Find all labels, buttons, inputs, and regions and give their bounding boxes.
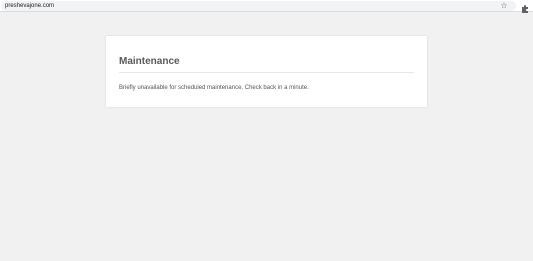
title-divider [119, 72, 414, 73]
bookmark-star-icon[interactable]: ☆ [500, 1, 508, 11]
extensions-puzzle-icon[interactable] [521, 1, 529, 13]
address-bar-url[interactable]: preshevajone.com [5, 2, 54, 10]
browser-toolbar: preshevajone.com ☆ [0, 0, 533, 13]
address-bar[interactable]: preshevajone.com ☆ [1, 1, 516, 11]
page-title: Maintenance [119, 56, 180, 67]
maintenance-message: Briefly unavailable for scheduled mainte… [119, 85, 309, 91]
maintenance-card: Maintenance Briefly unavailable for sche… [106, 36, 427, 107]
